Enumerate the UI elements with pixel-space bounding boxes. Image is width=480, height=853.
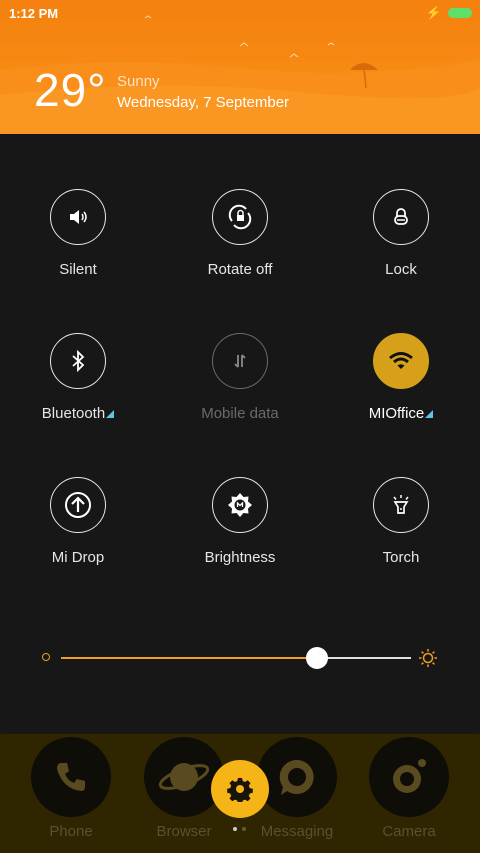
camera-icon bbox=[393, 759, 426, 793]
toggle-circle[interactable] bbox=[212, 189, 268, 245]
toggle-brightness[interactable]: Brightness bbox=[160, 477, 320, 566]
app-icon-circle[interactable] bbox=[31, 737, 111, 817]
gear-icon bbox=[227, 778, 253, 802]
battery-icon bbox=[448, 7, 472, 18]
settings-corner-indicator[interactable] bbox=[106, 410, 115, 418]
brightness-slider[interactable] bbox=[40, 646, 440, 670]
app-label: Messaging bbox=[260, 823, 334, 840]
toggle-circle[interactable] bbox=[50, 189, 106, 245]
weather-condition: Sunny bbox=[117, 73, 160, 90]
dock-app-camera[interactable]: Camera bbox=[359, 737, 459, 840]
settings-corner-indicator[interactable] bbox=[425, 410, 434, 418]
page-dot[interactable] bbox=[242, 827, 246, 831]
messaging-icon bbox=[279, 759, 314, 795]
toggle-circle[interactable] bbox=[373, 477, 429, 533]
dock-app-phone[interactable]: Phone bbox=[21, 737, 121, 840]
toggle-circle[interactable] bbox=[50, 333, 106, 389]
bluetooth-icon bbox=[72, 349, 85, 373]
toggle-circle[interactable] bbox=[212, 477, 268, 533]
toggle-mobile-data[interactable]: Mobile data bbox=[160, 333, 320, 422]
weather-header[interactable]: 1:12 PM ⚡ 29° Sunny Wednesday, 7 Septemb… bbox=[0, 0, 480, 134]
status-icons: ⚡ bbox=[426, 6, 472, 19]
toggle-label: Brightness bbox=[204, 549, 276, 566]
phone-icon bbox=[57, 763, 85, 791]
brightness-low-icon bbox=[42, 653, 50, 661]
toggle-label: MIOffice bbox=[321, 405, 480, 422]
torch-icon bbox=[393, 495, 409, 514]
date-text: Wednesday, 7 September bbox=[117, 94, 290, 111]
upload-icon bbox=[65, 492, 91, 518]
toggle-circle[interactable] bbox=[373, 333, 429, 389]
app-label: Browser bbox=[156, 823, 212, 840]
browser-icon bbox=[158, 763, 210, 791]
page-indicator bbox=[233, 827, 246, 831]
app-icon-circle[interactable] bbox=[369, 737, 449, 817]
slider-fill bbox=[61, 657, 317, 659]
page-dot[interactable] bbox=[233, 827, 237, 831]
wifi-icon bbox=[389, 352, 413, 369]
slider-thumb[interactable] bbox=[305, 647, 328, 669]
toggle-label: Bluetooth bbox=[0, 405, 158, 422]
rotate-lock-icon bbox=[228, 204, 252, 230]
toggle-label: Mobile data bbox=[201, 405, 279, 422]
home-dock: Phone Browser Messaging Camera bbox=[0, 734, 480, 853]
quick-settings-panel: Silent Rotate off Lock Bluetooth Mobile … bbox=[0, 134, 480, 734]
status-time: 1:12 PM bbox=[9, 6, 59, 21]
app-label: Camera bbox=[382, 823, 436, 840]
toggle-wifi[interactable]: MIOffice bbox=[321, 333, 480, 422]
toggle-silent[interactable]: Silent bbox=[0, 189, 158, 278]
app-label: Phone bbox=[49, 823, 93, 840]
toggle-circle[interactable] bbox=[373, 189, 429, 245]
toggle-bluetooth[interactable]: Bluetooth bbox=[0, 333, 158, 422]
toggle-label: Silent bbox=[59, 261, 97, 278]
toggle-rotate[interactable]: Rotate off bbox=[160, 189, 320, 278]
slider-track[interactable] bbox=[61, 647, 411, 669]
brightness-auto-icon bbox=[228, 493, 252, 517]
toggle-label: Torch bbox=[382, 549, 420, 566]
toggle-mi-drop[interactable]: Mi Drop bbox=[0, 477, 158, 566]
toggle-label: Lock bbox=[385, 261, 417, 278]
app-icon-circle[interactable] bbox=[144, 737, 224, 817]
toggle-circle[interactable] bbox=[212, 333, 268, 389]
toggle-lock[interactable]: Lock bbox=[321, 189, 480, 278]
toggle-circle[interactable] bbox=[50, 477, 106, 533]
speaker-icon bbox=[70, 210, 87, 224]
temperature: 29° bbox=[34, 64, 107, 116]
toggle-label: Mi Drop bbox=[51, 549, 105, 566]
toggle-torch[interactable]: Torch bbox=[321, 477, 480, 566]
toggle-label: Rotate off bbox=[207, 261, 273, 278]
brightness-high-icon bbox=[419, 649, 437, 667]
app-icon-circle[interactable] bbox=[257, 737, 337, 817]
settings-button[interactable] bbox=[211, 760, 269, 818]
charging-bolt-icon: ⚡ bbox=[425, 5, 442, 20]
mobile-data-icon bbox=[234, 354, 246, 368]
lock-icon bbox=[394, 208, 408, 225]
